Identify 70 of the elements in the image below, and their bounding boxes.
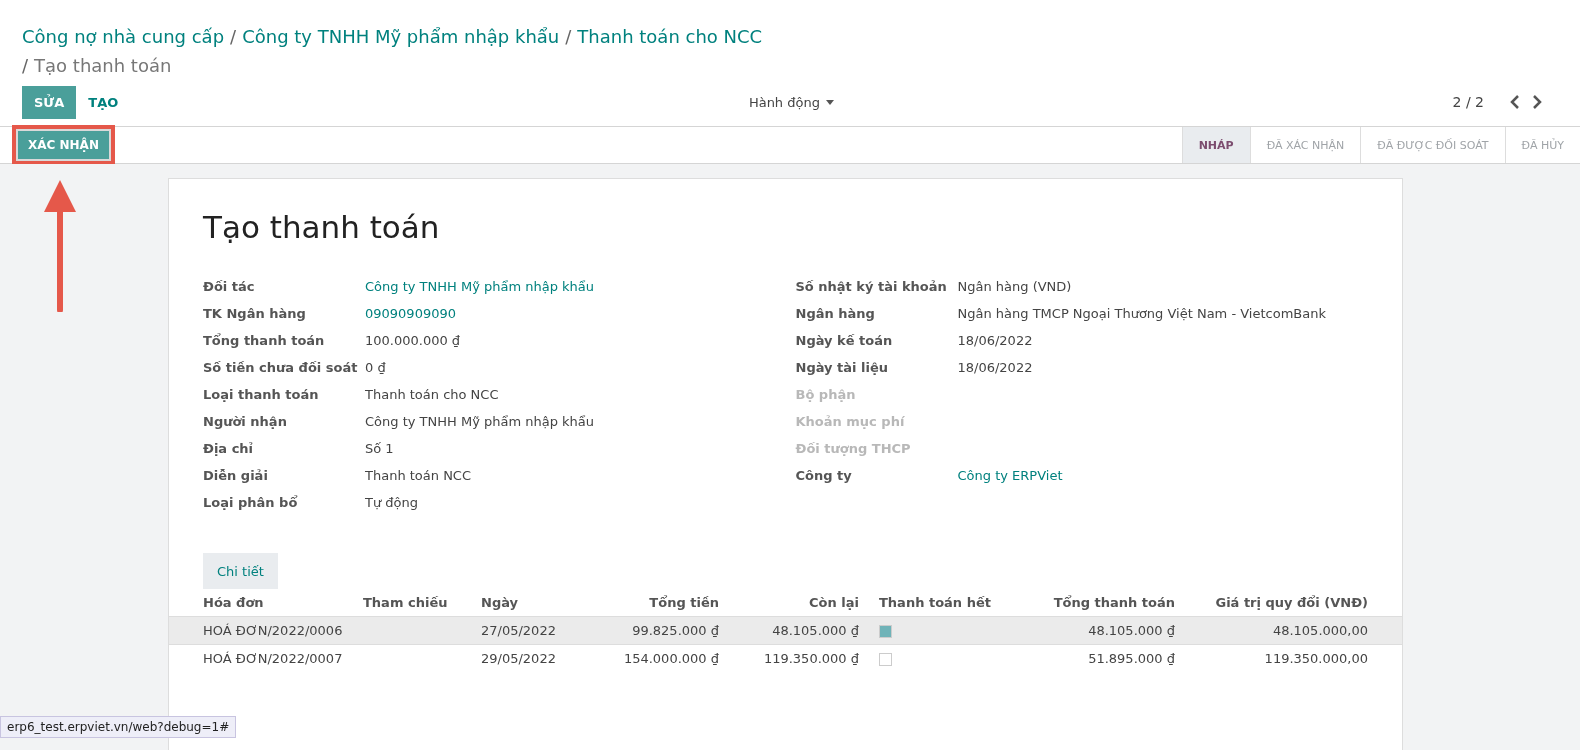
table-row[interactable]: HOÁ ĐƠN/2022/0006 27/05/2022 99.825.000 ₫ 48.105.000 ₫ 48.105.000 ₫ 48.105.000,00 — [169, 616, 1402, 644]
checkbox[interactable] — [879, 625, 892, 638]
column-header[interactable]: Tham chiếu — [353, 589, 471, 616]
field-label: Người nhận — [203, 413, 288, 431]
field-label: Loại thanh toán — [203, 386, 320, 404]
field-value: 0 ₫ — [365, 359, 387, 377]
field-label: Diễn giải — [203, 467, 269, 485]
field-value: 18/06/2022 — [957, 359, 1034, 377]
field-value: Công ty TNHH Mỹ phẩm nhập khẩu — [365, 413, 596, 431]
field-value: Tự động — [365, 494, 419, 512]
field-value: Ngân hàng (VND) — [957, 278, 1073, 296]
status-url: erp6_test.erpviet.vn/web?debug=1# — [0, 716, 237, 738]
column-header[interactable]: Tổng thanh toán — [1039, 589, 1185, 616]
table-cell-text: 99.825.000 ₫ — [631, 622, 720, 640]
field-value: 100.000.000 ₫ — [365, 332, 462, 350]
breadcrumb-link[interactable]: Thanh toán cho NCC — [577, 22, 763, 51]
field-label: Ngày kế toán — [795, 332, 894, 350]
table-cell-text: 48.105.000 ₫ — [771, 622, 860, 640]
breadcrumb-link[interactable]: Công nợ nhà cung cấp — [22, 22, 225, 51]
table-cell-text: 51.895.000 ₫ — [1087, 650, 1176, 668]
field-link[interactable]: Công ty ERPViet — [957, 466, 1368, 486]
breadcrumb-separator: / — [22, 54, 29, 78]
field-label: Khoản mục phí — [795, 413, 906, 431]
field-value: Số 1 — [365, 440, 395, 458]
column-header[interactable]: Giá trị quy đổi (VNĐ) — [1185, 589, 1402, 616]
field-value: Thanh toán NCC — [365, 467, 473, 485]
column-header[interactable]: Tổng tiền — [583, 589, 729, 616]
breadcrumb-current: Tạo thanh toán — [34, 54, 172, 78]
edit-button[interactable]: SỬA — [22, 85, 77, 119]
field-value: 18/06/2022 — [957, 332, 1034, 350]
field-label: Bộ phận — [795, 386, 857, 404]
column-header[interactable]: Còn lại — [729, 589, 869, 616]
status-stage[interactable]: NHÁP — [1181, 127, 1250, 163]
field-label: Ngày tài liệu — [795, 359, 889, 377]
table-cell-text: 48.105.000,00 — [1271, 622, 1369, 640]
table-cell-text: 119.350.000,00 — [1263, 650, 1369, 668]
column-header[interactable]: Hóa đơn — [169, 589, 353, 616]
field-label: TK Ngân hàng — [203, 305, 307, 323]
field-label: Loại phân bổ — [203, 494, 299, 512]
field-link[interactable]: Công ty TNHH Mỹ phẩm nhập khẩu — [365, 277, 776, 297]
field-label: Địa chỉ — [203, 440, 255, 458]
table-cell-text: 48.105.000 ₫ — [1087, 622, 1176, 640]
table-cell-text: HOÁ ĐƠN/2022/0006 — [202, 622, 344, 640]
table-cell-text: 27/05/2022 — [480, 622, 557, 640]
create-button[interactable]: TẠO — [76, 85, 131, 119]
pager-count: 2 / 2 — [1452, 94, 1484, 110]
notebook-tab[interactable]: Chi tiết — [203, 553, 278, 589]
field-label: Đối tác — [203, 278, 256, 296]
field-label: Số tiền chưa đối soát — [203, 359, 359, 377]
field-value: Ngân hàng TMCP Ngoại Thương Việt Nam - VietcomBank — [957, 305, 1327, 323]
field-value: Thanh toán cho NCC — [365, 386, 500, 404]
breadcrumb-link[interactable]: Công ty TNHH Mỹ phẩm nhập khẩu — [242, 22, 560, 51]
table-cell-text: 29/05/2022 — [480, 650, 557, 668]
field-label: Công ty — [795, 467, 853, 485]
field-label: Số nhật ký tài khoản — [795, 278, 948, 296]
action-dropdown[interactable]: Hành động — [742, 93, 840, 111]
breadcrumb-separator: / — [565, 25, 572, 49]
form-title: Tạo thanh toán — [203, 209, 441, 245]
field-link[interactable]: 09090909090 — [365, 304, 776, 324]
column-header[interactable]: Ngày — [471, 589, 583, 616]
table-cell-text: 119.350.000 ₫ — [762, 650, 860, 668]
table-cell-text: 154.000.000 ₫ — [622, 650, 720, 668]
table-cell-text: HOÁ ĐƠN/2022/0007 — [202, 650, 344, 668]
caret-icon — [825, 99, 834, 105]
field-label: Tổng thanh toán — [203, 332, 326, 350]
field-label: Ngân hàng — [795, 305, 876, 323]
column-header[interactable]: Thanh toán hết — [869, 589, 1039, 616]
breadcrumb-separator: / — [230, 25, 237, 49]
checkbox[interactable] — [879, 653, 892, 666]
field-label: Đối tượng THCP — [795, 440, 912, 458]
